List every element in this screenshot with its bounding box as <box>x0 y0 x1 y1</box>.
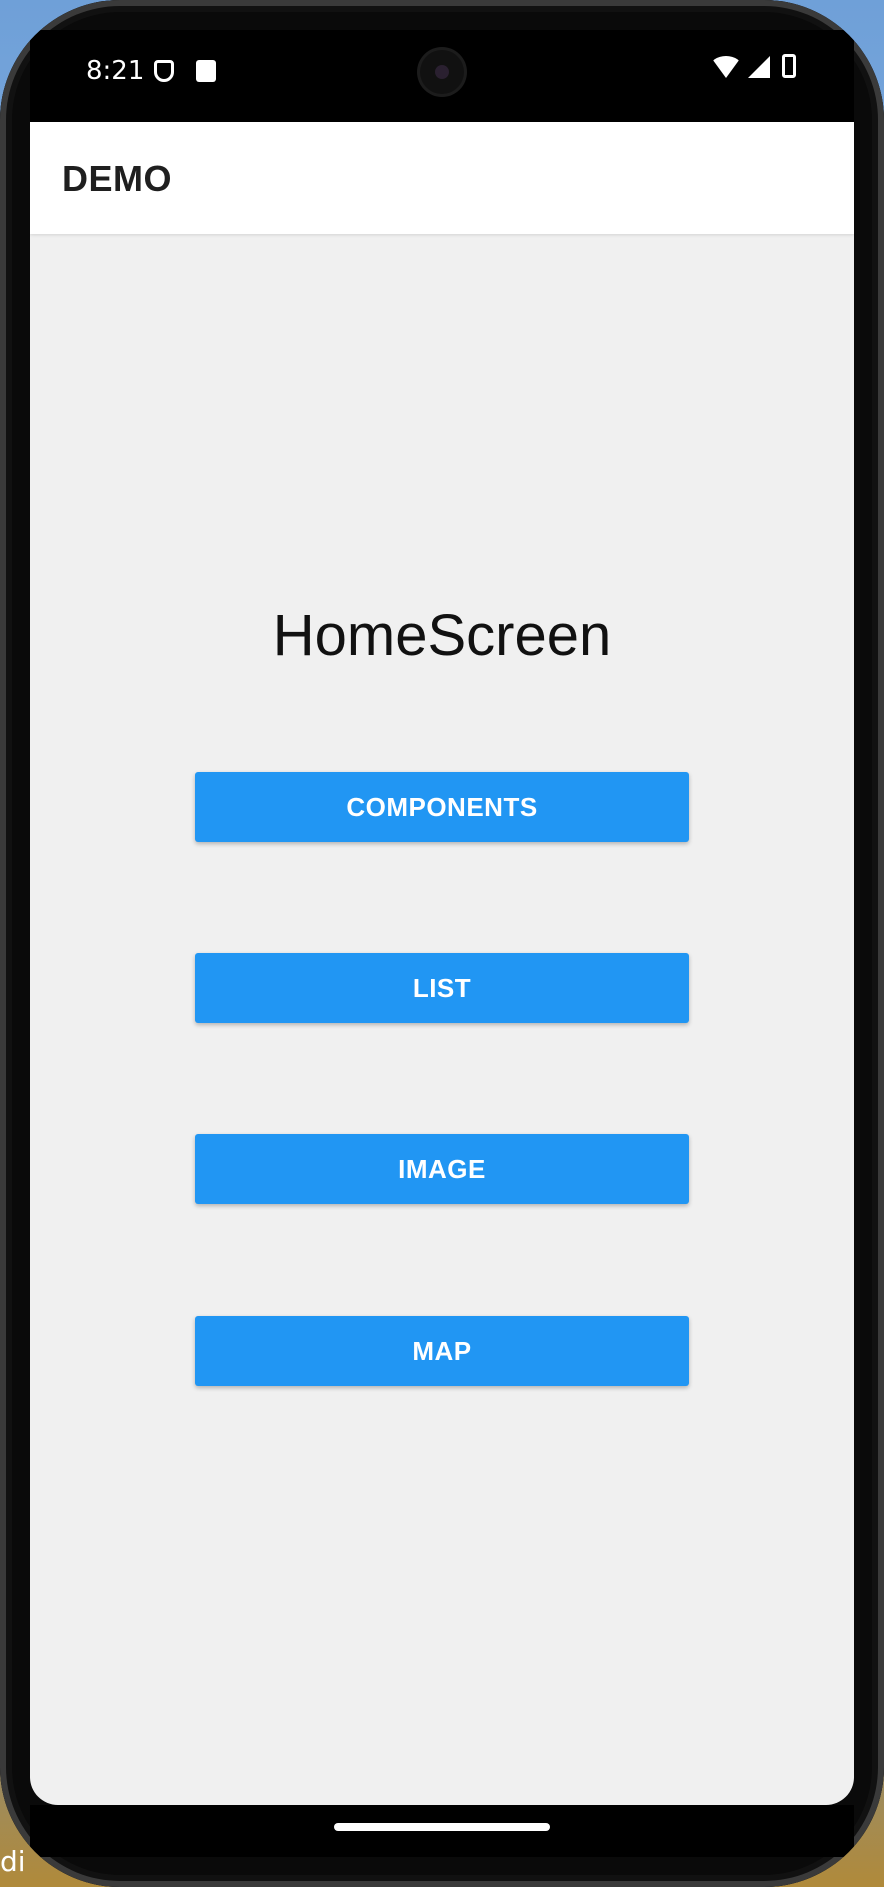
signal-icon <box>748 56 770 78</box>
desktop-background-text: di <box>0 1845 26 1878</box>
app-bar: DEMO <box>30 122 854 234</box>
map-button[interactable]: MAP <box>195 1316 689 1386</box>
app-bar-title: DEMO <box>62 158 172 199</box>
components-button[interactable]: COMPONENTS <box>195 772 689 842</box>
app-screen: DEMO HomeScreen COMPONENTS LIST IMAGE MA… <box>30 122 854 1805</box>
shield-icon <box>154 60 174 82</box>
sd-card-icon <box>196 60 216 82</box>
page-title: HomeScreen <box>272 603 612 668</box>
wifi-icon <box>710 56 742 78</box>
list-button[interactable]: LIST <box>195 953 689 1023</box>
status-time: 8:21 <box>86 56 145 86</box>
navigation-bar <box>30 1805 854 1857</box>
front-camera <box>420 50 464 94</box>
status-bar: 8:21 <box>30 30 854 122</box>
battery-icon <box>782 54 796 78</box>
home-indicator[interactable] <box>334 1823 550 1831</box>
image-button[interactable]: IMAGE <box>195 1134 689 1204</box>
phone-frame: 8:21 DEMO HomeScreen COMPONENTS LIST IMA… <box>0 0 884 1887</box>
